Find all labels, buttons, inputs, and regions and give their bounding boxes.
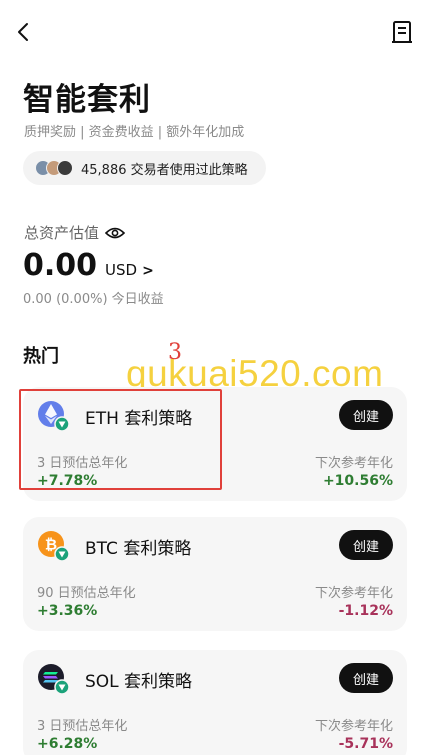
strategy-name: SOL 套利策略	[85, 672, 193, 692]
strategy-name: BTC 套利策略	[85, 539, 192, 559]
page-subtitle: 质押奖励 | 资金费收益 | 额外年化加成	[24, 125, 245, 140]
assets-label-row: 总资产估值	[24, 222, 126, 243]
eye-icon[interactable]	[105, 226, 126, 240]
document-icon[interactable]	[390, 20, 414, 46]
traders-badge[interactable]: 45,886 交易者使用过此策略	[23, 151, 266, 185]
annotation-highlight-box	[19, 389, 222, 490]
estimated-apr-label: 3 日预估总年化	[37, 719, 128, 734]
next-apr-label: 下次参考年化	[314, 456, 393, 471]
strategy-card-btc[interactable]: ₿ BTC 套利策略 创建 90 日预估总年化 +3.36% 下次参考年化 -1…	[23, 517, 407, 631]
next-apr-label: 下次参考年化	[314, 586, 393, 601]
top-bar	[0, 0, 430, 64]
assets-unit: USD	[105, 261, 138, 279]
create-button[interactable]: 创建	[339, 663, 393, 693]
page-title: 智能套利	[23, 82, 151, 118]
back-arrow-icon[interactable]	[14, 20, 34, 44]
strategy-card-sol[interactable]: SOL 套利策略 创建 3 日预估总年化 +6.28% 下次参考年化 -5.71…	[23, 650, 407, 755]
next-apr-label: 下次参考年化	[314, 719, 393, 734]
btc-icon: ₿	[38, 531, 69, 562]
section-title-hot: 热门	[23, 346, 59, 367]
sol-icon	[38, 664, 69, 695]
avatar	[57, 160, 73, 176]
chevron-right-icon: >	[142, 263, 154, 279]
next-apr-value: -5.71%	[338, 736, 393, 752]
traders-count-text: 45,886 交易者使用过此策略	[81, 162, 248, 178]
assets-value-row[interactable]: 0.00 USD >	[23, 248, 154, 283]
next-apr-value: +10.56%	[322, 473, 393, 489]
next-apr-value: -1.12%	[338, 603, 393, 619]
create-button[interactable]: 创建	[339, 400, 393, 430]
today-earnings: 0.00 (0.00%) 今日收益	[23, 292, 164, 307]
trader-avatars	[35, 160, 73, 176]
assets-label: 总资产估值	[24, 224, 100, 242]
estimated-apr-label: 90 日预估总年化	[37, 586, 136, 601]
estimated-apr-value: +6.28%	[37, 736, 98, 752]
create-button[interactable]: 创建	[339, 530, 393, 560]
assets-value: 0.00	[23, 248, 98, 283]
estimated-apr-value: +3.36%	[37, 603, 98, 619]
